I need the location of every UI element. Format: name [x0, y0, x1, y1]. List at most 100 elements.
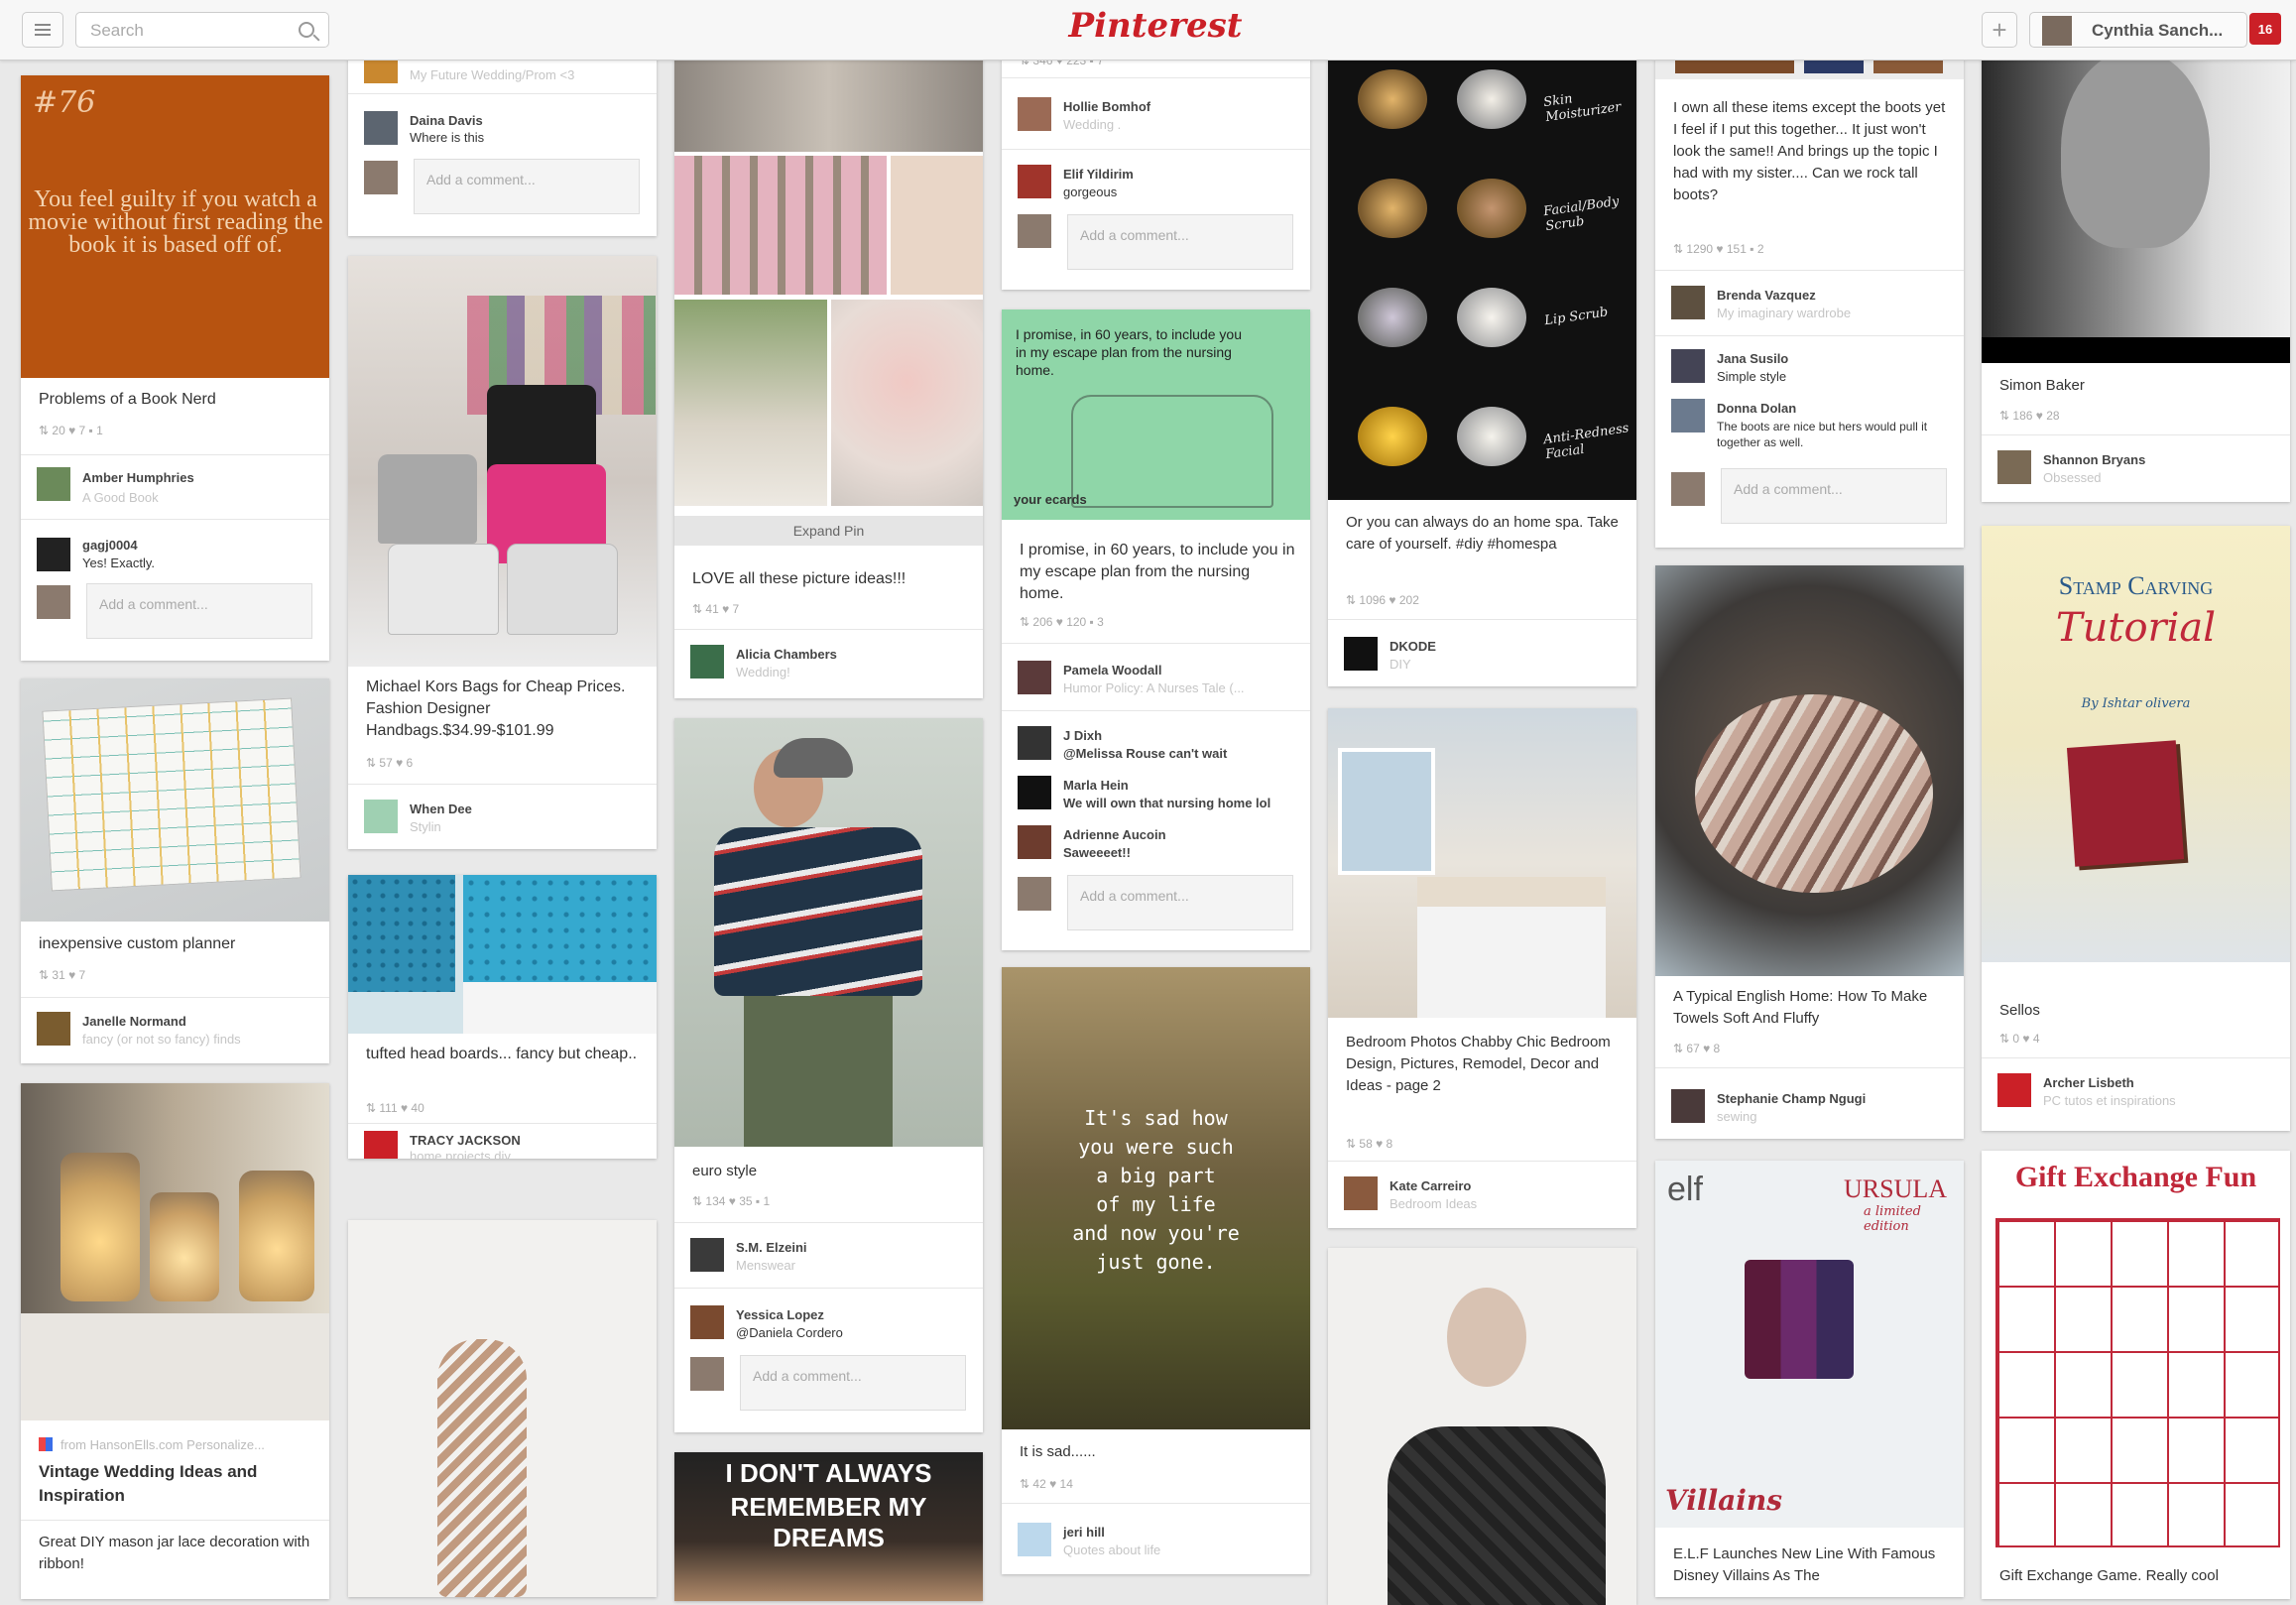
commenter-name[interactable]: Marla Hein [1063, 778, 1129, 793]
avatar[interactable] [364, 60, 398, 83]
pinner-name[interactable]: Amber Humphries [82, 470, 194, 485]
pin-card[interactable]: It's sad how you were such a big part of… [1002, 967, 1310, 1574]
pin-source[interactable]: from HansonElls.com Personalize... [60, 1437, 265, 1452]
pin-image[interactable] [348, 875, 657, 1034]
commenter-name[interactable]: Jana Susilo [1717, 351, 1788, 366]
commenter-name[interactable]: Elif Yildirim [1063, 167, 1134, 182]
pin-image[interactable] [21, 679, 329, 922]
board-name[interactable]: Bedroom Ideas [1390, 1196, 1477, 1211]
pin-image[interactable] [1982, 40, 2290, 363]
pin-card[interactable]: elf URSULA a limited edition Villains E.… [1655, 1161, 1964, 1597]
avatar[interactable] [364, 111, 398, 145]
pin-card[interactable]: Simon Baker ⇅ 186 ♥ 28 Shannon Bryans Ob… [1982, 40, 2290, 502]
pinner-name[interactable]: jeri hill [1063, 1525, 1105, 1540]
pinner-name[interactable]: Brenda Vazquez [1717, 288, 1816, 303]
comment-input[interactable]: Add a comment... [1067, 875, 1293, 930]
pin-image[interactable] [348, 1220, 657, 1597]
pin-card[interactable]: Skin Moisturizer Facial/Body Scrub Lip S… [1328, 40, 1636, 686]
commenter-name[interactable]: Adrienne Aucoin [1063, 827, 1166, 842]
board-name[interactable]: Humor Policy: A Nurses Tale (... [1063, 680, 1245, 695]
avatar[interactable] [1018, 726, 1051, 760]
pin-image[interactable] [1328, 708, 1636, 1018]
pin-card[interactable]: from HansonElls.com Personalize... Vinta… [21, 1083, 329, 1599]
comment-input[interactable]: Add a comment... [740, 1355, 966, 1411]
avatar[interactable] [1018, 776, 1051, 809]
board-name[interactable]: DIY [1390, 657, 1411, 672]
pin-image[interactable]: #76 You feel guilty if you watch a movie… [21, 75, 329, 378]
pin-card[interactable]: I promise, in 60 years, to include you i… [1002, 309, 1310, 950]
board-name[interactable]: A Good Book [82, 490, 159, 505]
pin-image[interactable] [674, 718, 983, 1147]
avatar[interactable] [1018, 825, 1051, 859]
commenter-name[interactable]: gagj0004 [82, 538, 138, 553]
avatar[interactable] [1018, 165, 1051, 198]
pinner-name[interactable]: Pamela Woodall [1063, 663, 1161, 678]
avatar[interactable] [1018, 1523, 1051, 1556]
pin-card[interactable]: Expand Pin LOVE all these picture ideas!… [674, 40, 983, 698]
pinner-name[interactable]: TRACY JACKSON [410, 1133, 521, 1148]
avatar[interactable] [1671, 349, 1705, 383]
pinner-name[interactable]: Hollie Bomhof [1063, 99, 1150, 114]
pin-image[interactable] [348, 256, 657, 667]
commenter-name[interactable]: J Dixh [1063, 728, 1102, 743]
board-name[interactable]: sewing [1717, 1109, 1756, 1124]
pin-card[interactable]: My Future Wedding/Prom <3 Daina Davis Wh… [348, 40, 657, 236]
menu-button[interactable] [22, 12, 63, 48]
comment-input[interactable]: Add a comment... [414, 159, 640, 214]
board-name[interactable]: Wedding . [1063, 117, 1121, 132]
pin-card[interactable]: Stamp Carving Tutorial By Ishtar olivera… [1982, 526, 2290, 1131]
board-name[interactable]: Wedding! [736, 665, 790, 679]
pin-image[interactable]: Skin Moisturizer Facial/Body Scrub Lip S… [1328, 40, 1636, 500]
pin-card[interactable]: #76 You feel guilty if you watch a movie… [21, 75, 329, 661]
pinner-name[interactable]: Alicia Chambers [736, 647, 837, 662]
search-box[interactable] [75, 12, 329, 48]
board-name[interactable]: Menswear [736, 1258, 795, 1273]
pinner-name[interactable]: When Dee [410, 802, 472, 816]
pin-card[interactable]: tufted head boards... fancy but cheap.. … [348, 875, 657, 1159]
avatar[interactable] [1997, 450, 2031, 484]
pin-card[interactable] [348, 1220, 657, 1597]
comment-input[interactable]: Add a comment... [1067, 214, 1293, 270]
pinterest-logo[interactable]: Pinterest [1041, 6, 1269, 46]
notification-badge[interactable]: 16 [2249, 13, 2281, 45]
user-menu-button[interactable]: Cynthia Sanch... [2029, 12, 2247, 48]
pin-image[interactable] [1328, 1248, 1636, 1605]
search-icon[interactable] [299, 22, 314, 38]
pin-card[interactable]: Michael Kors Bags for Cheap Prices. Fash… [348, 256, 657, 849]
board-name[interactable]: My imaginary wardrobe [1717, 306, 1851, 320]
pin-image[interactable]: elf URSULA a limited edition Villains [1655, 1161, 1964, 1528]
pin-red-icon[interactable] [364, 1131, 398, 1159]
avatar[interactable] [1671, 399, 1705, 432]
pin-card[interactable]: ⇅ 346 ♥ 223 ▪ 7 Hollie Bomhof Wedding . … [1002, 40, 1310, 290]
pin-image[interactable] [1655, 565, 1964, 976]
add-pin-button[interactable]: + [1982, 12, 2017, 48]
pin-card[interactable]: I DON'T ALWAYS REMEMBER MY DREAMS [674, 1452, 983, 1601]
pin-image[interactable]: Stamp Carving Tutorial By Ishtar olivera [1982, 526, 2290, 962]
pin-title[interactable]: Vintage Wedding Ideas and Inspiration [39, 1460, 316, 1508]
board-name[interactable]: Stylin [410, 819, 441, 834]
pin-card[interactable]: Bedroom Photos Chabby Chic Bedroom Desig… [1328, 708, 1636, 1228]
pin-image[interactable] [674, 40, 983, 506]
avatar[interactable] [690, 1238, 724, 1272]
board-name[interactable]: Obsessed [2043, 470, 2102, 485]
avatar[interactable] [1018, 97, 1051, 131]
commenter-name[interactable]: Daina Davis [410, 113, 483, 128]
avatar[interactable] [37, 467, 70, 501]
board-name[interactable]: PC tutos et inspirations [2043, 1093, 2176, 1108]
pin-image[interactable] [21, 1083, 329, 1420]
pin-card[interactable]: Gift Exchange Fun Gift Exchange Game. Re… [1982, 1151, 2290, 1599]
comment-input[interactable]: Add a comment... [1721, 468, 1947, 524]
pinner-name[interactable]: Kate Carreiro [1390, 1178, 1471, 1193]
board-name[interactable]: fancy (or not so fancy) finds [82, 1032, 241, 1047]
avatar[interactable] [37, 1012, 70, 1046]
commenter-name[interactable]: Donna Dolan [1717, 401, 1796, 416]
pin-card[interactable]: euro style ⇅ 134 ♥ 35 ▪ 1 S.M. Elzeini M… [674, 718, 983, 1432]
avatar[interactable] [364, 800, 398, 833]
pin-image[interactable]: Gift Exchange Fun [1982, 1151, 2290, 1557]
commenter-name[interactable]: Yessica Lopez [736, 1307, 824, 1322]
board-name[interactable]: My Future Wedding/Prom <3 [410, 67, 574, 82]
pinner-name[interactable]: Stephanie Champ Ngugi [1717, 1091, 1866, 1106]
avatar[interactable] [1671, 286, 1705, 319]
search-input[interactable] [88, 20, 281, 42]
avatar[interactable] [1671, 1089, 1705, 1123]
